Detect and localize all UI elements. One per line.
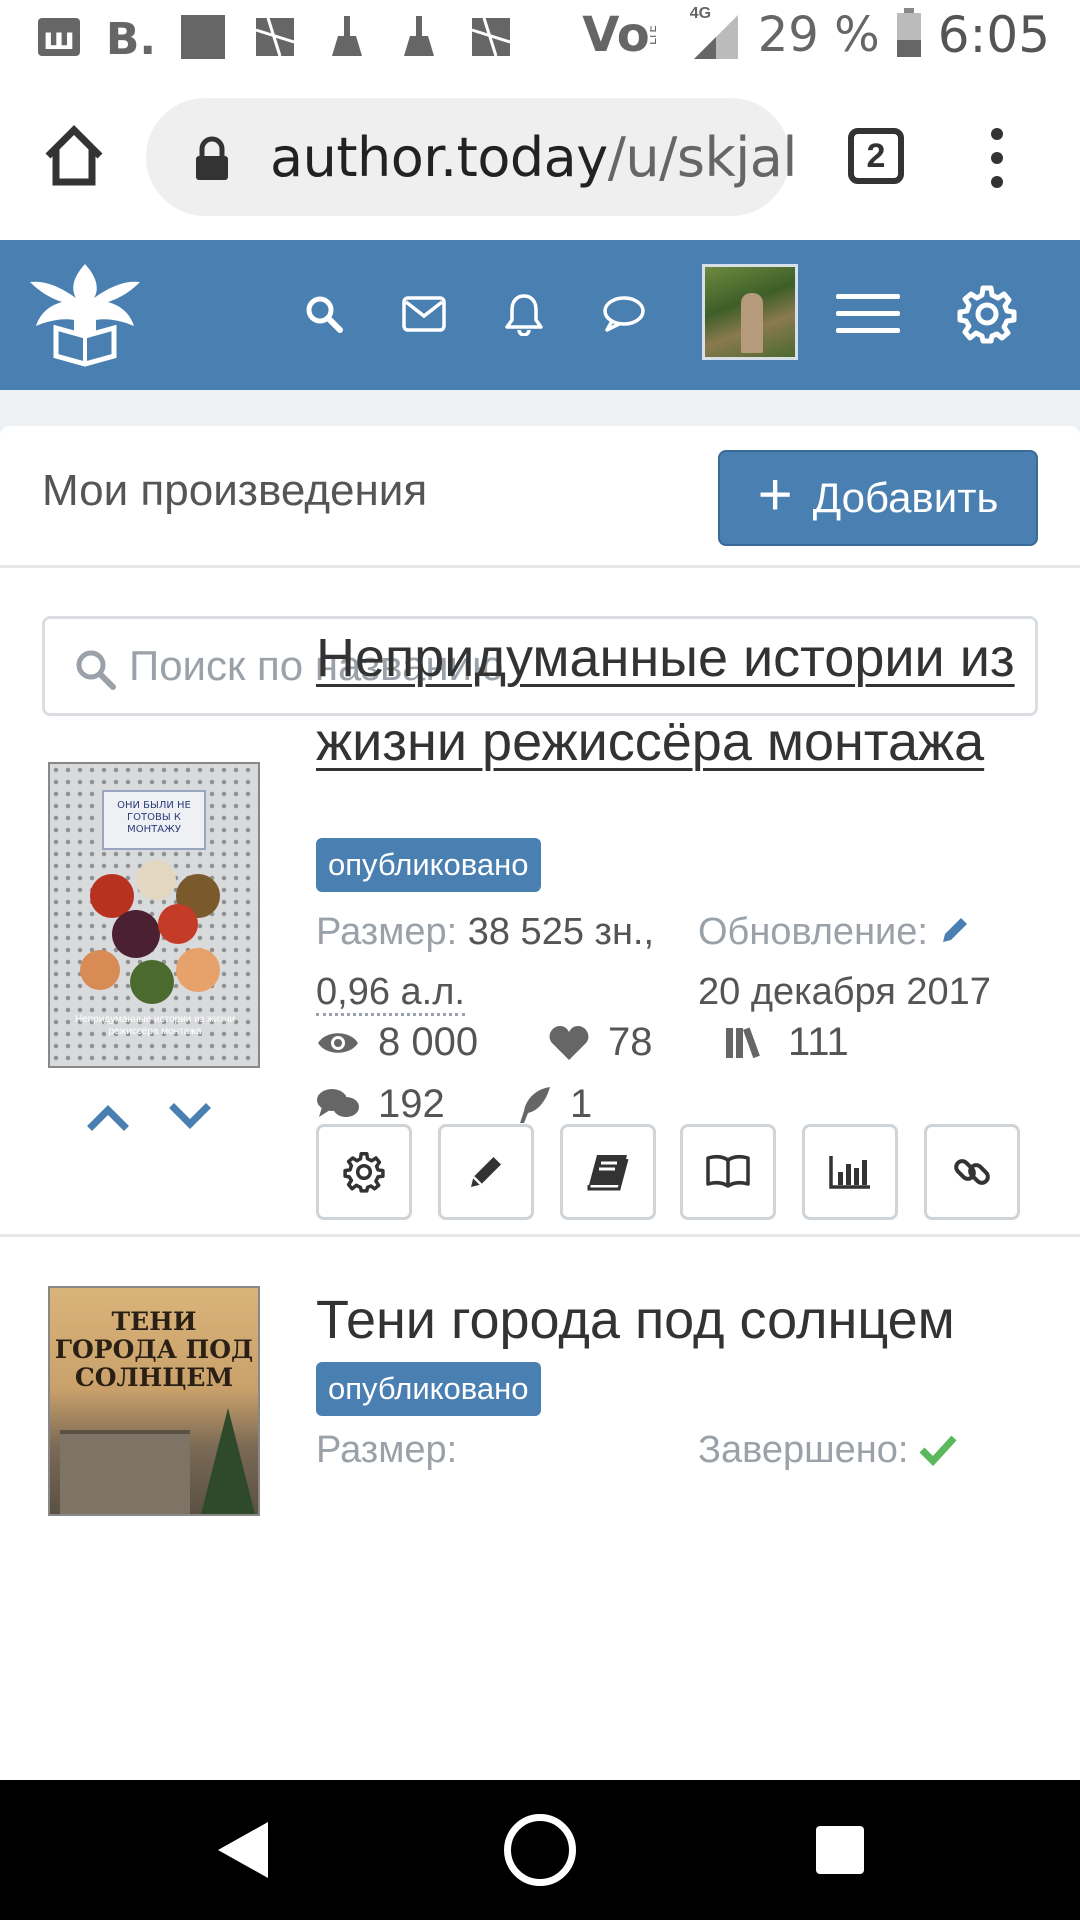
finished-info: Завершено:	[698, 1420, 957, 1480]
url-text[interactable]: author.today/u/skjal	[270, 126, 797, 189]
tab-switcher-button[interactable]: 2	[848, 128, 904, 184]
eye-icon	[318, 1032, 358, 1053]
size-info: Размер:	[316, 1429, 458, 1471]
statistics-button[interactable]	[802, 1124, 898, 1220]
search-icon[interactable]	[296, 286, 352, 342]
link-icon	[954, 1159, 990, 1185]
clock: 6:05	[937, 6, 1050, 64]
battery-icon	[896, 7, 922, 63]
signal-icon: 4G	[690, 5, 742, 61]
pencil-icon	[942, 918, 967, 942]
cover-footer: Непридуманные истории из жизни режиссёра…	[74, 1014, 236, 1037]
settings-button[interactable]	[316, 1124, 412, 1220]
comments-stat: 192	[316, 1082, 445, 1127]
add-button-label: Добавить	[812, 474, 999, 521]
cover-title: ТЕНИ ГОРОДА ПОД СОЛНЦЕМ	[54, 1307, 254, 1392]
chapters-button[interactable]	[560, 1124, 656, 1220]
lock-icon	[192, 136, 232, 180]
size-info: Размер: 38 525 зн., 0,96 а.л.	[316, 902, 696, 1022]
views-stat: 8 000	[316, 1020, 478, 1065]
item-divider	[0, 1234, 1080, 1237]
page-title: Мои произведения	[42, 466, 428, 515]
back-icon[interactable]	[212, 1816, 280, 1884]
overflow-menu-icon[interactable]	[982, 128, 1012, 188]
card-header: Мои произведения + Добавить	[0, 426, 1080, 568]
volte-icon: Vo LTE	[582, 7, 659, 63]
bar-chart-icon	[829, 1156, 870, 1189]
recent-apps-icon[interactable]	[816, 1826, 864, 1874]
status-bar: ш B. Vo LTE 4G 29 % 6:05	[0, 0, 1080, 76]
update-info: Обновление: 20 декабря 2017	[698, 911, 991, 1013]
likes-stat: 78	[548, 1020, 653, 1065]
library-icon	[726, 1027, 760, 1058]
chat-icon[interactable]	[596, 286, 652, 342]
svg-text:ш: ш	[43, 22, 75, 57]
libraries-stat: 111	[724, 1020, 849, 1065]
gear-icon	[343, 1152, 385, 1193]
avatar[interactable]	[702, 264, 798, 360]
cover-label: ОНИ БЫЛИ НЕ ГОТОВЫ К МОНТАЖУ	[102, 790, 206, 850]
works-card: Мои произведения + Добавить ОНИ БЫЛИ НЕ …	[0, 426, 1080, 1780]
system-navigation-bar	[0, 1780, 1080, 1920]
add-work-button[interactable]: + Добавить	[718, 450, 1038, 546]
edit-button[interactable]	[438, 1124, 534, 1220]
broom-icon	[394, 12, 444, 62]
broom-icon	[322, 12, 372, 62]
read-button[interactable]	[680, 1124, 776, 1220]
rewards-stat: 1	[516, 1082, 592, 1127]
search-icon	[73, 647, 117, 691]
comments-icon	[317, 1088, 359, 1117]
book-cover-image[interactable]: ОНИ БЫЛИ НЕ ГОТОВЫ К МОНТАЖУ Непридуманн…	[48, 762, 260, 1068]
mail-icon[interactable]	[396, 286, 452, 342]
open-book-icon	[706, 1154, 750, 1188]
plus-icon: +	[757, 461, 793, 528]
gear-icon[interactable]	[956, 283, 1018, 345]
browser-toolbar: author.today/u/skjal 2	[0, 76, 1080, 240]
feather-icon	[520, 1086, 550, 1123]
svg-text:LTE: LTE	[650, 25, 659, 45]
system-status: Vo LTE 4G 29 % 6:05	[582, 5, 1050, 64]
link-button[interactable]	[924, 1124, 1020, 1220]
battery-percent: 29 %	[757, 7, 880, 63]
home-button-icon[interactable]	[504, 1814, 576, 1886]
site-header	[0, 240, 1080, 390]
book-cover-image[interactable]: ТЕНИ ГОРОДА ПОД СОЛНЦЕМ	[48, 1286, 260, 1516]
bell-icon[interactable]	[496, 286, 552, 342]
book-icon	[587, 1155, 629, 1191]
map-icon	[250, 12, 300, 62]
hamburger-menu-icon[interactable]	[836, 286, 900, 342]
work-title-link[interactable]: Непридуманные истории из жизни режиссёра…	[316, 616, 1056, 784]
map-icon	[466, 12, 516, 62]
status-badge: опубликовано	[316, 1362, 541, 1416]
address-bar[interactable]: author.today/u/skjal	[146, 98, 797, 216]
site-logo[interactable]	[26, 258, 144, 370]
svg-text:B.: B.	[106, 14, 156, 62]
home-icon[interactable]	[40, 122, 108, 190]
heart-icon	[549, 1025, 589, 1060]
w-icon: ш	[34, 12, 84, 62]
work-title-link[interactable]: Тени города под солнцем	[316, 1278, 1056, 1362]
move-down-icon[interactable]	[166, 1092, 214, 1140]
pencil-icon	[471, 1157, 501, 1187]
move-up-icon[interactable]	[84, 1092, 132, 1140]
b-icon: B.	[106, 12, 156, 62]
checkmark-icon	[919, 1435, 957, 1467]
square-icon	[178, 12, 228, 62]
notification-icons: ш B.	[34, 12, 516, 62]
status-badge: опубликовано	[316, 838, 541, 892]
